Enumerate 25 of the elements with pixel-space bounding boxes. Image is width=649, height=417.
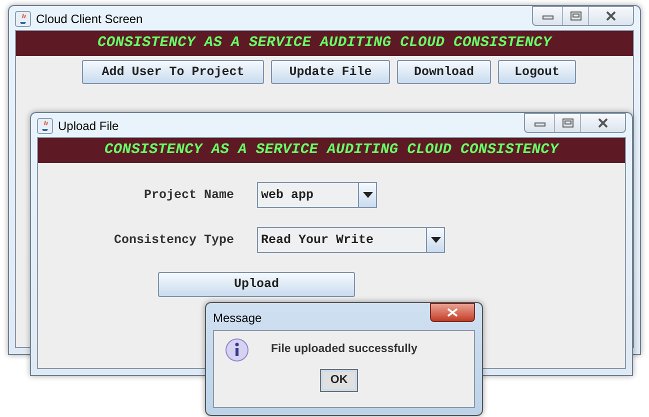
field-label: Project Name bbox=[142, 186, 234, 204]
field-label: Consistency Type bbox=[112, 232, 234, 249]
message-text: File uploaded successfully bbox=[271, 342, 418, 358]
app-icon bbox=[37, 118, 53, 134]
toolbar-button[interactable]: Download bbox=[397, 60, 491, 84]
maximize-icon bbox=[570, 11, 582, 21]
banner-heading: CONSISTENCY AS A SERVICE AUDITING CLOUD CONSISTENCY bbox=[16, 31, 633, 56]
info-icon bbox=[225, 338, 249, 362]
banner-heading: CONSISTENCY AS A SERVICE AUDITING CLOUD CONSISTENCY bbox=[38, 138, 625, 163]
dialog-title: Message bbox=[213, 310, 262, 327]
maximize-icon bbox=[562, 118, 574, 128]
toolbar-button[interactable]: Logout bbox=[498, 60, 576, 84]
app-icon bbox=[15, 11, 31, 27]
upload-button[interactable]: Upload bbox=[158, 272, 355, 297]
toolbar-button[interactable]: Add User To Project bbox=[82, 60, 264, 84]
close-button[interactable] bbox=[430, 303, 475, 322]
toolbar-button[interactable]: Update File bbox=[271, 60, 390, 84]
ok-button[interactable]: OK bbox=[320, 369, 358, 392]
close-icon bbox=[605, 11, 617, 21]
dropdown[interactable]: web app bbox=[257, 182, 377, 208]
window-title: Upload File bbox=[58, 118, 119, 135]
dropdown[interactable]: Read Your Write bbox=[257, 227, 445, 253]
window-title: Cloud Client Screen bbox=[36, 11, 143, 28]
close-icon bbox=[447, 308, 458, 317]
close-icon bbox=[597, 118, 609, 128]
